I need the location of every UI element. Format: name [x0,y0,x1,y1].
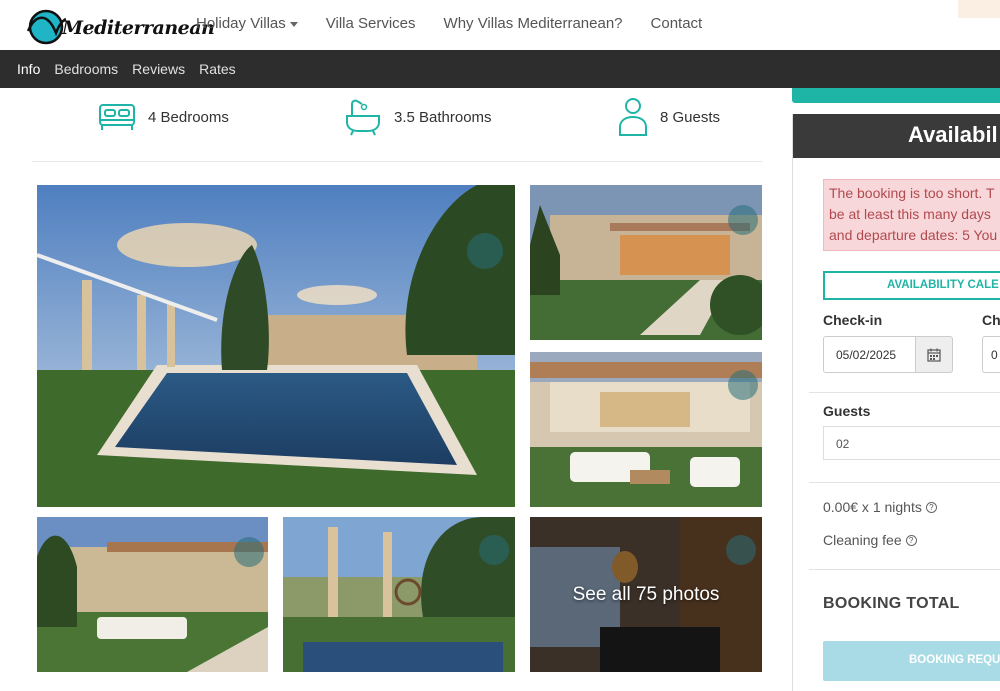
tab-bedrooms[interactable]: Bedrooms [54,61,118,77]
booking-total-label: BOOKING TOTAL [823,595,960,612]
checkin-calendar-button[interactable] [915,336,953,373]
alert-line-1: The booking is too short. T [829,185,995,201]
caret-down-icon [289,21,298,27]
tab-info[interactable]: Info [17,61,40,77]
bed-icon [99,104,135,130]
nav-why-villas[interactable]: Why Villas Mediterranean? [444,15,623,32]
checkout-date-input[interactable]: 0 [982,336,1000,373]
nightly-rate-line: 0.00€ x 1 nights ? [823,499,937,515]
villa-terrace-lounge-photo [530,352,762,507]
villa-pergola-photo [37,517,268,672]
checkin-date-input[interactable]: 05/02/2025 [823,336,916,373]
gallery-photo-4[interactable] [37,517,268,672]
gallery-photo-see-all[interactable]: See all 75 photos [530,517,762,672]
watermark-icon [234,537,264,567]
nightly-rate-text: 0.00€ x 1 nights [823,499,922,515]
cleaning-fee-text: Cleaning fee [823,532,902,548]
stat-guests-label: 8 Guests [660,108,721,126]
divider [809,569,1000,570]
watermark-icon [479,535,509,565]
header-action-chip[interactable] [958,0,1000,18]
main-nav: Holiday Villas Villa Services Why Villas… [196,15,730,32]
cleaning-fee-line: Cleaning fee ? [823,532,917,548]
nav-holiday-villas-label: Holiday Villas [196,15,286,32]
tab-reviews[interactable]: Reviews [132,61,185,77]
tab-rates[interactable]: Rates [199,61,236,77]
see-all-photos-link[interactable]: See all 75 photos [530,517,762,672]
divider [809,482,1000,483]
stat-bathrooms-label: 3.5 Bathrooms [394,108,492,126]
stat-bedrooms-label: 4 Bedrooms [148,108,229,126]
alert-line-2: be at least this many days [829,206,991,222]
logo-text: Mediterranean [62,17,215,39]
question-circle-icon[interactable]: ? [925,501,937,513]
guests-select[interactable]: 02 [823,426,1000,460]
villa-pool-photo [37,185,515,507]
nav-holiday-villas[interactable]: Holiday Villas [196,15,298,32]
sidebar-top-accent [792,88,1000,103]
watermark-icon [728,205,758,235]
guests-label: Guests [823,403,871,419]
stat-bathrooms: 3.5 Bathrooms [344,95,492,139]
gallery-photo-5[interactable] [283,517,515,672]
checkin-label: Check-in [823,312,883,328]
section-nav: Info Bedrooms Reviews Rates [0,50,1000,88]
booking-panel: Availabil The booking is too short. T be… [792,114,1000,691]
availability-header: Availabil [793,114,1000,158]
villa-garden-pool-photo [283,517,515,672]
calendar-icon [927,348,941,362]
checkout-label: Ch [982,312,1000,328]
watermark-icon [467,233,503,269]
person-icon [619,98,647,136]
gallery-photo-2[interactable] [530,185,762,340]
bathtub-icon [346,99,380,136]
stat-guests: 8 Guests [618,95,720,139]
property-stats: 4 Bedrooms 3.5 Bathrooms 8 Guests [32,88,762,162]
watermark-icon [728,370,758,400]
site-header: Mediterranean Holiday Villas Villa Servi… [0,0,1000,50]
logo-mark-icon [26,9,66,45]
gallery-photo-3[interactable] [530,352,762,507]
nav-villa-services[interactable]: Villa Services [326,15,416,32]
divider [809,392,1000,393]
availability-calendar-button[interactable]: AVAILABILITY CALE [823,271,1000,300]
booking-too-short-alert: The booking is too short. T be at least … [823,179,1000,251]
booking-request-button[interactable]: BOOKING REQU [823,641,1000,681]
logo[interactable]: Mediterranean [26,7,215,45]
question-circle-icon[interactable]: ? [905,534,917,546]
stat-bedrooms: 4 Bedrooms [98,95,229,139]
villa-exterior-dusk-photo [530,185,762,340]
alert-line-3: and departure dates: 5 You [829,227,998,243]
gallery-photo-main[interactable] [37,185,515,507]
nav-contact[interactable]: Contact [651,15,703,32]
